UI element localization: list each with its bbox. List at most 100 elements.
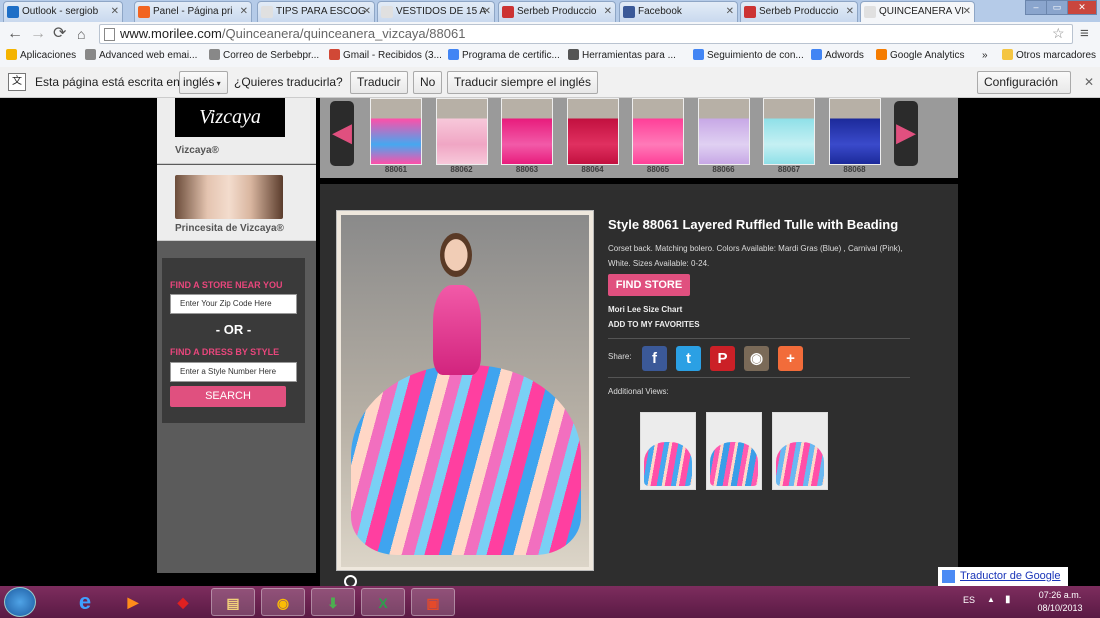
excel-icon[interactable]: X <box>361 588 405 616</box>
tab-label: VESTIDOS DE 15 A <box>396 6 487 17</box>
carousel-prev-button[interactable]: ◀ <box>330 101 354 166</box>
close-tab-icon[interactable]: ✕ <box>726 2 734 21</box>
maximize-button[interactable]: ▭ <box>1046 0 1068 15</box>
bookmark-item[interactable]: Gmail - Recibidos (3... <box>329 49 442 63</box>
tab-7[interactable]: Serbeb Produccio ✕ <box>740 1 858 22</box>
translate-icon: 文 <box>8 73 26 91</box>
bookmark-item[interactable]: Google Analytics <box>876 49 965 63</box>
twitter-icon[interactable]: t <box>676 346 701 371</box>
zip-code-input[interactable]: Enter Your Zip Code Here <box>170 294 297 314</box>
close-tab-icon[interactable]: ✕ <box>363 2 371 21</box>
language-indicator[interactable]: ES <box>963 595 975 605</box>
carousel-style-number[interactable]: 88066 <box>698 165 750 174</box>
back-icon[interactable]: ← <box>7 25 23 43</box>
clock[interactable]: 07:26 a.m. 08/10/2013 <box>1028 589 1092 615</box>
always-translate-button[interactable]: Traducir siempre el inglés <box>447 71 598 94</box>
bookmark-item[interactable]: Herramientas para ... <box>568 49 676 63</box>
close-window-button[interactable]: ✕ <box>1067 0 1097 15</box>
bookmark-item[interactable]: Correo de Serbebpr... <box>209 49 319 63</box>
pinterest-icon[interactable]: P <box>710 346 735 371</box>
app-icon[interactable]: ◆ <box>161 588 205 616</box>
search-button[interactable]: SEARCH <box>170 386 286 407</box>
carousel-style-number[interactable]: 88062 <box>436 165 488 174</box>
chrome-icon[interactable]: ◉ <box>261 588 305 616</box>
bookmark-label: Herramientas para ... <box>582 50 676 61</box>
bookmark-item[interactable]: Aplicaciones <box>6 49 76 63</box>
carousel-style-number[interactable]: 88064 <box>567 165 619 174</box>
tab-1[interactable]: Outlook - sergiob ✕ <box>3 1 123 22</box>
carousel-style-number[interactable]: 88067 <box>763 165 815 174</box>
start-button[interactable] <box>4 587 36 617</box>
tab-8[interactable]: QUINCEANERA VI ✕ <box>860 1 975 23</box>
bookmark-item[interactable]: Seguimiento de con... <box>693 49 804 63</box>
bookmark-item[interactable]: Otros marcadores <box>1002 49 1096 63</box>
close-tab-icon[interactable]: ✕ <box>604 2 612 21</box>
style-number-input[interactable]: Enter a Style Number Here <box>170 362 297 382</box>
tab-favicon <box>261 6 273 18</box>
additional-view-thumbnail[interactable] <box>640 412 696 490</box>
size-chart-link[interactable]: Mori Lee Size Chart <box>608 305 682 314</box>
carousel-thumbnail[interactable] <box>501 98 553 165</box>
menu-icon[interactable]: ≡ <box>1080 25 1089 43</box>
download-icon[interactable]: ⬇ <box>311 588 355 616</box>
tab-4[interactable]: VESTIDOS DE 15 A ✕ <box>377 1 495 22</box>
app2-icon[interactable]: ▣ <box>411 588 455 616</box>
network-icon[interactable]: ▮ <box>1005 594 1011 605</box>
bookmark-item[interactable]: Advanced web emai... <box>85 49 197 63</box>
reload-icon[interactable]: ⟳ <box>53 25 66 43</box>
bookmark-item[interactable]: Adwords <box>811 49 864 63</box>
bookmark-item[interactable]: » <box>982 49 988 63</box>
more-icon[interactable]: + <box>778 346 803 371</box>
translate-button[interactable]: Traducir <box>350 71 408 94</box>
model-head <box>440 233 472 277</box>
tab-favicon <box>502 6 514 18</box>
add-favorites-link[interactable]: ADD TO MY FAVORITES <box>608 320 700 329</box>
brand-princesita[interactable]: Princesita de Vizcaya® <box>157 165 316 241</box>
bookmark-item[interactable]: Programa de certific... <box>448 49 560 63</box>
carousel-style-number[interactable]: 88061 <box>370 165 422 174</box>
brand-vizcaya[interactable]: Vizcaya Vizcaya® <box>157 98 316 164</box>
carousel-thumbnail[interactable] <box>370 98 422 165</box>
minimize-button[interactable]: – <box>1025 0 1047 15</box>
tab-6[interactable]: Facebook ✕ <box>619 1 738 22</box>
main-product-image[interactable] <box>336 210 594 571</box>
close-tab-icon[interactable]: ✕ <box>846 2 854 21</box>
find-store-button[interactable]: FIND STORE <box>608 274 690 296</box>
home-icon[interactable]: ⌂ <box>77 25 85 43</box>
star-icon[interactable]: ☆ <box>1052 24 1065 42</box>
google-translate-link[interactable]: Traductor de Google <box>938 567 1068 586</box>
forward-icon[interactable]: → <box>30 25 46 43</box>
tab-5[interactable]: Serbeb Produccio ✕ <box>498 1 616 22</box>
close-tab-icon[interactable]: ✕ <box>963 2 971 21</box>
carousel-thumbnail[interactable] <box>566 98 619 165</box>
facebook-icon[interactable]: f <box>642 346 667 371</box>
close-tab-icon[interactable]: ✕ <box>111 2 119 21</box>
tray-arrow-icon[interactable]: ▲ <box>987 595 995 604</box>
additional-view-thumbnail[interactable] <box>706 412 762 490</box>
tab-2[interactable]: Panel - Página pri ✕ <box>134 1 252 22</box>
carousel-style-number[interactable]: 88063 <box>501 165 553 174</box>
tab-3[interactable]: TIPS PARA ESCOG ✕ <box>257 1 375 22</box>
toolbar: ← → ⟳ ⌂ www.morilee.com/Quinceanera/quin… <box>0 22 1100 46</box>
instagram-icon[interactable]: ◉ <box>744 346 769 371</box>
media-player-icon[interactable]: ▶ <box>111 588 155 616</box>
close-tab-icon[interactable]: ✕ <box>483 2 491 21</box>
carousel-style-number[interactable]: 88068 <box>829 165 881 174</box>
close-tab-icon[interactable]: ✕ <box>240 2 248 21</box>
address-bar[interactable]: www.morilee.com/Quinceanera/quinceanera_… <box>99 24 1073 44</box>
carousel-thumbnail[interactable] <box>632 98 684 165</box>
language-select[interactable]: inglés ▾ <box>179 71 228 94</box>
configuration-button[interactable]: Configuración ▾ <box>977 71 1071 110</box>
additional-view-thumbnail[interactable] <box>772 412 828 490</box>
carousel-thumbnail[interactable] <box>828 98 881 165</box>
additional-view-dress <box>776 442 824 486</box>
explorer-icon[interactable]: ▤ <box>211 588 255 616</box>
carousel-thumbnail[interactable] <box>697 98 750 165</box>
carousel-style-number[interactable]: 88065 <box>632 165 684 174</box>
carousel-thumbnail[interactable] <box>763 98 815 165</box>
ie-icon[interactable]: e <box>63 588 107 616</box>
close-translate-icon[interactable]: ✕ <box>1084 75 1094 89</box>
carousel-thumbnail[interactable] <box>435 98 488 165</box>
carousel-next-button[interactable]: ▶ <box>894 101 918 166</box>
no-button[interactable]: No <box>413 71 443 94</box>
